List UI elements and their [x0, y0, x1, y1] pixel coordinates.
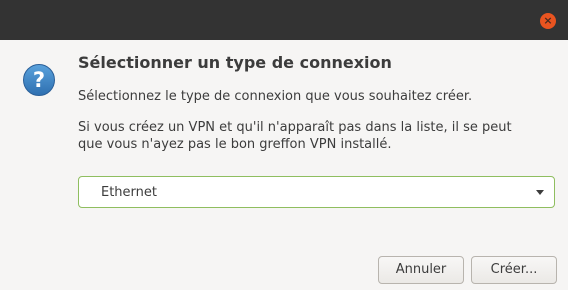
cancel-button[interactable]: Annuler [378, 256, 464, 284]
chevron-down-icon [536, 190, 544, 195]
vpn-info-text: Si vous créez un VPN et qu'il n'apparaît… [78, 119, 538, 153]
svg-text:?: ? [33, 68, 45, 92]
info-line: Si vous créez un VPN et qu'il n'apparaît… [78, 120, 512, 135]
close-button[interactable]: × [540, 13, 556, 29]
title-bar[interactable]: × [0, 0, 568, 40]
close-icon: × [543, 14, 553, 27]
create-button[interactable]: Créer... [471, 256, 557, 284]
connection-type-value: Ethernet [101, 185, 157, 200]
question-icon: ? [23, 64, 55, 96]
dialog-content: ? Sélectionner un type de connexion Séle… [0, 40, 568, 290]
dialog-heading: Sélectionner un type de connexion [78, 53, 392, 72]
connection-type-select[interactable]: Ethernet [78, 176, 555, 208]
dialog-window: × ? Sélectionner un type de connexion Sé… [0, 0, 568, 290]
dialog-subtext: Sélectionnez le type de connexion que vo… [78, 89, 473, 104]
info-line: que vous n'ayez pas le bon greffon VPN i… [78, 137, 392, 152]
